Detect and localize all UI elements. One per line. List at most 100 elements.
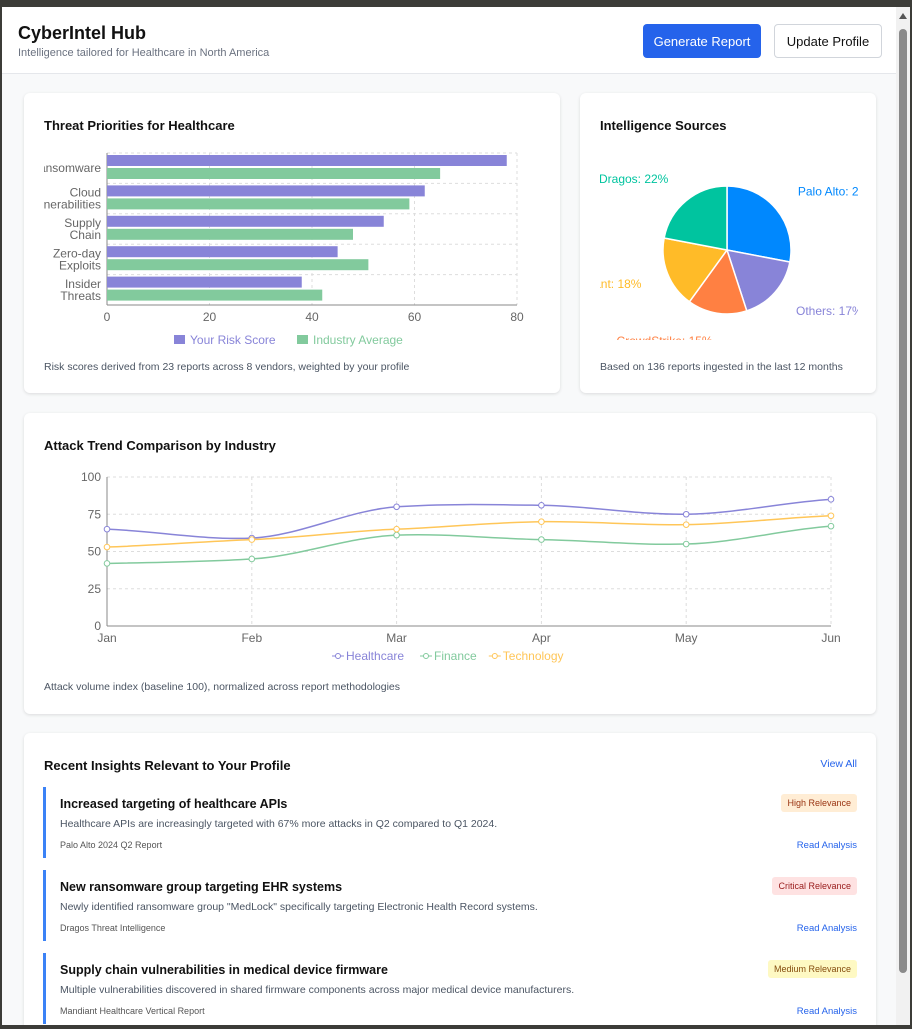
data-point bbox=[248, 555, 256, 563]
y-tick-label: 25 bbox=[88, 582, 102, 596]
series-line bbox=[106, 525, 832, 565]
pie-label: Others: 17% bbox=[796, 304, 858, 318]
insight-description: Multiple vulnerabilities discovered in s… bbox=[60, 984, 575, 996]
bar bbox=[107, 215, 384, 227]
attack-trend-card: Attack Trend Comparison by Industry 0 25 5… bbox=[24, 413, 876, 714]
view-all-link[interactable]: View All bbox=[820, 758, 857, 770]
insight-title: Supply chain vulnerabilities in medical … bbox=[60, 963, 388, 977]
read-analysis-link[interactable]: Read Analysis bbox=[797, 1006, 857, 1017]
data-point bbox=[393, 531, 400, 539]
bar bbox=[107, 289, 323, 301]
insight-source: Mandiant Healthcare Vertical Report bbox=[60, 1006, 205, 1016]
threat-priorities-card: Threat Priorities for Healthcare 0 20 40 60… bbox=[24, 93, 560, 393]
series-line bbox=[106, 498, 832, 540]
data-point bbox=[538, 536, 545, 543]
x-tick-label: May bbox=[675, 631, 698, 645]
y-category-label: Ransomware bbox=[44, 161, 101, 175]
pie-label: Mandiant: 18% bbox=[600, 277, 642, 291]
insight-item: Supply chain vulnerabilities in medical … bbox=[43, 953, 857, 1024]
y-category-label: Exploits bbox=[59, 258, 101, 272]
app-subtitle: Intelligence tailored for Healthcare in … bbox=[18, 47, 270, 59]
pie-slice bbox=[726, 185, 792, 263]
legend-marker-icon bbox=[491, 653, 498, 659]
bar bbox=[107, 259, 369, 271]
chart-footnote: Attack volume index (baseline 100), norm… bbox=[44, 681, 401, 693]
x-tick-label: Mar bbox=[386, 631, 407, 645]
recent-insights-card: Recent Insights Relevant to Your Profile… bbox=[24, 733, 876, 1025]
data-point bbox=[103, 543, 111, 551]
relevance-badge: Critical Relevance bbox=[772, 877, 857, 895]
pie-label: Dragos: 22% bbox=[600, 172, 669, 186]
chart-footnote: Risk scores derived from 23 reports acro… bbox=[44, 361, 410, 373]
x-tick-label: Apr bbox=[532, 631, 551, 645]
data-point bbox=[248, 536, 256, 543]
data-point bbox=[827, 512, 835, 520]
insight-source: Dragos Threat Intelligence bbox=[60, 923, 166, 933]
x-tick-label: 80 bbox=[510, 310, 524, 324]
scrollbar-thumb[interactable] bbox=[899, 29, 907, 973]
data-point bbox=[538, 518, 545, 526]
intelligence-sources-card: Intelligence Sources Palo Alto: 28% Other… bbox=[580, 93, 876, 393]
insight-item: New ransomware group targeting EHR syste… bbox=[43, 870, 857, 941]
y-tick-label: 75 bbox=[88, 507, 102, 521]
x-tick-label: 20 bbox=[203, 310, 217, 324]
legend-label: Your Risk Score bbox=[190, 333, 276, 347]
legend-marker-icon bbox=[335, 653, 341, 659]
legend-swatch bbox=[297, 335, 308, 344]
insight-description: Healthcare APIs are increasingly targete… bbox=[60, 818, 498, 830]
y-tick-label: 100 bbox=[81, 470, 101, 484]
card-title: Intelligence Sources bbox=[600, 118, 727, 133]
legend-swatch bbox=[174, 335, 185, 344]
insight-source: Palo Alto 2024 Q2 Report bbox=[60, 840, 163, 850]
legend-label: Technology bbox=[503, 649, 564, 663]
y-category-label: Chain bbox=[70, 228, 101, 242]
card-title: Recent Insights Relevant to Your Profile bbox=[44, 758, 291, 773]
read-analysis-link[interactable]: Read Analysis bbox=[797, 923, 857, 934]
series-line bbox=[106, 514, 832, 548]
app-title: CyberIntel Hub bbox=[18, 23, 147, 43]
generate-report-button[interactable]: Generate Report bbox=[643, 24, 761, 58]
bar bbox=[107, 168, 441, 179]
y-category-label: Threats bbox=[60, 289, 101, 303]
attack-trend-line-chart: 0255075100Jan Feb Mar Apr May JunHealthcare Fi… bbox=[81, 470, 841, 663]
card-title: Threat Priorities for Healthcare bbox=[44, 118, 235, 133]
insight-item: Increased targeting of healthcare APIs H… bbox=[43, 787, 857, 858]
bar bbox=[107, 155, 507, 166]
data-point bbox=[682, 521, 690, 528]
scrollbar[interactable] bbox=[896, 7, 910, 1025]
read-analysis-link[interactable]: Read Analysis bbox=[797, 840, 857, 851]
pie-label: CrowdStrike: 15% bbox=[617, 334, 713, 340]
data-point bbox=[393, 503, 400, 511]
legend-label: Healthcare bbox=[346, 649, 404, 663]
insight-title: Increased targeting of healthcare APIs bbox=[60, 797, 288, 811]
x-tick-label: Jun bbox=[821, 631, 840, 645]
y-category-label: Vulnerabilities bbox=[44, 198, 101, 212]
bar bbox=[107, 198, 410, 210]
update-profile-button[interactable]: Update Profile bbox=[774, 24, 882, 58]
pie-label: Palo Alto: 28% bbox=[798, 184, 858, 198]
legend-label: Finance bbox=[434, 649, 477, 663]
y-tick-label: 50 bbox=[88, 545, 102, 559]
card-title: Attack Trend Comparison by Industry bbox=[44, 438, 276, 453]
pie-slice bbox=[663, 185, 728, 251]
data-point bbox=[827, 496, 835, 503]
x-tick-label: Jan bbox=[97, 631, 116, 645]
data-point bbox=[103, 525, 111, 533]
bar bbox=[107, 276, 302, 288]
data-point bbox=[682, 540, 690, 548]
bar bbox=[107, 246, 338, 258]
chart-footnote: Based on 136 reports ingested in the las… bbox=[600, 361, 843, 373]
scroll-up-arrow-icon[interactable] bbox=[899, 13, 907, 19]
insight-description: Newly identified ransomware group "MedLo… bbox=[60, 901, 538, 913]
relevance-badge: Medium Relevance bbox=[767, 960, 857, 978]
app-window: CyberIntel Hub Intelligence tailored for… bbox=[2, 7, 896, 1025]
data-point bbox=[682, 510, 690, 518]
x-tick-label: 0 bbox=[104, 310, 111, 324]
data-point bbox=[393, 525, 400, 533]
data-point bbox=[538, 502, 545, 509]
data-point bbox=[827, 522, 835, 530]
app-header: CyberIntel Hub Intelligence tailored for… bbox=[2, 7, 896, 74]
threat-bar-chart: 020406080RansomwareCloudVulnerabilitiesS… bbox=[44, 152, 524, 347]
bar bbox=[107, 185, 425, 197]
data-point bbox=[103, 560, 111, 567]
